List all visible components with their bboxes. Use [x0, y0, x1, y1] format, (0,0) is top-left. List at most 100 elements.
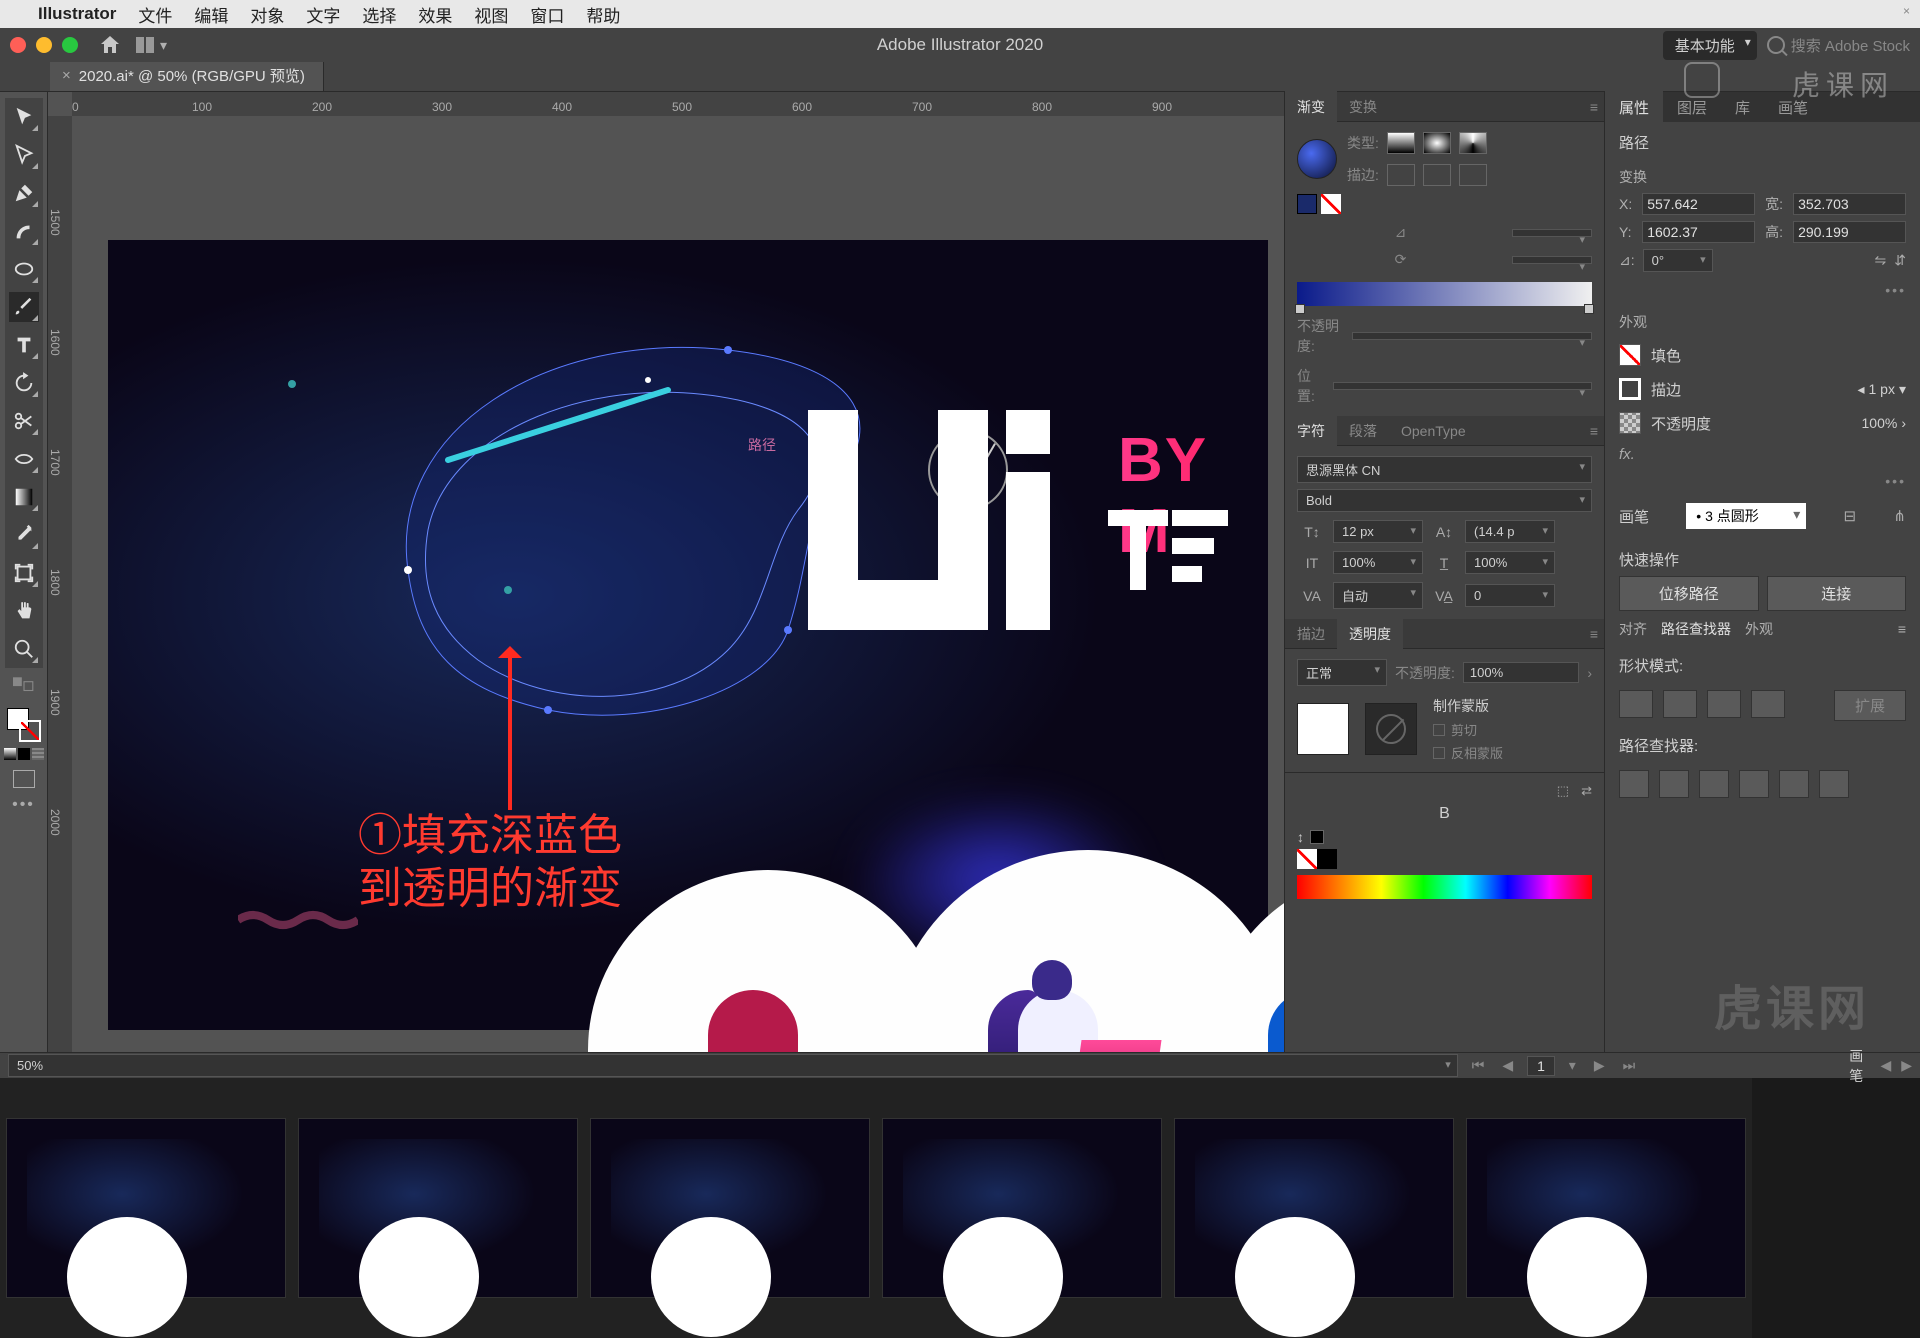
- blend-mode-dropdown[interactable]: 正常: [1297, 659, 1387, 686]
- last-artboard-icon[interactable]: ⏭: [1619, 1057, 1640, 1074]
- gradient-preview[interactable]: [1297, 139, 1337, 179]
- search-field[interactable]: 搜索 Adobe Stock: [1767, 35, 1910, 56]
- font-size-dropdown[interactable]: 12 px: [1333, 520, 1423, 543]
- paintbrush-tool[interactable]: [9, 292, 39, 322]
- h-input[interactable]: 290.199: [1793, 221, 1906, 243]
- gradient-opacity-dropdown[interactable]: [1352, 332, 1592, 340]
- prev-artboard-icon[interactable]: ◀: [1498, 1057, 1517, 1074]
- join-button[interactable]: 连接: [1767, 576, 1907, 611]
- document-tab[interactable]: × 2020.ai* @ 50% (RGB/GPU 预览): [50, 60, 324, 91]
- arrange-documents-icon[interactable]: ▾: [136, 37, 167, 54]
- tab-character[interactable]: 字符: [1285, 415, 1337, 447]
- expand-button[interactable]: 扩展: [1834, 690, 1906, 721]
- close-window-icon[interactable]: [10, 37, 26, 53]
- hscale-dropdown[interactable]: 100%: [1465, 551, 1555, 574]
- merge-icon[interactable]: [1699, 770, 1729, 798]
- artboard-nav-dropdown[interactable]: ▾: [1565, 1057, 1580, 1074]
- fill-stroke-swatches[interactable]: [7, 708, 41, 742]
- tab-gradient[interactable]: 渐变: [1285, 91, 1337, 123]
- tab-paragraph[interactable]: 段落: [1337, 415, 1389, 447]
- toggle-fill-stroke[interactable]: [9, 670, 39, 700]
- next-artboard-icon[interactable]: ▶: [1590, 1057, 1609, 1074]
- brush-options-icon[interactable]: ⊟: [1844, 507, 1857, 525]
- scissors-tool[interactable]: [9, 406, 39, 436]
- hue-spectrum[interactable]: [1297, 875, 1592, 899]
- menu-select[interactable]: 选择: [362, 2, 396, 27]
- menu-type[interactable]: 文字: [306, 2, 340, 27]
- crop-icon[interactable]: [1739, 770, 1769, 798]
- radial-gradient-icon[interactable]: [1423, 132, 1451, 154]
- gradient-ramp[interactable]: [1297, 282, 1592, 306]
- vscale-dropdown[interactable]: 100%: [1333, 551, 1423, 574]
- pen-tool[interactable]: [9, 178, 39, 208]
- opacity-swatch-icon[interactable]: [1619, 412, 1641, 434]
- tab-stroke[interactable]: 描边: [1285, 618, 1337, 650]
- tab-transparency[interactable]: 透明度: [1337, 618, 1403, 650]
- color-swap-icon[interactable]: ⇄: [1581, 783, 1592, 799]
- menu-view[interactable]: 视图: [474, 2, 508, 27]
- font-style-dropdown[interactable]: Bold: [1297, 489, 1592, 512]
- screen-mode-icon[interactable]: [13, 770, 35, 788]
- artboard-number-input[interactable]: 1: [1527, 1056, 1555, 1076]
- gradient-position-dropdown[interactable]: [1333, 382, 1592, 390]
- clip-checkbox-label[interactable]: 剪切: [1451, 720, 1477, 739]
- panel-menu-icon[interactable]: ≡: [1898, 621, 1906, 637]
- stroke-weight-input[interactable]: 1 px: [1869, 381, 1895, 397]
- more-options-icon[interactable]: •••: [1605, 469, 1920, 493]
- draw-mode-icons[interactable]: [4, 748, 44, 760]
- brush-dropdown[interactable]: • 3 点圆形: [1686, 503, 1806, 529]
- artboard-tool[interactable]: [9, 558, 39, 588]
- flip-h-icon[interactable]: ⇋: [1875, 252, 1887, 269]
- none-swatch[interactable]: [1297, 849, 1317, 869]
- invert-checkbox-label[interactable]: 反相蒙版: [1451, 743, 1503, 762]
- minus-back-icon[interactable]: [1819, 770, 1849, 798]
- black-swatch[interactable]: [1317, 849, 1337, 869]
- w-input[interactable]: 352.703: [1793, 193, 1906, 215]
- leading-dropdown[interactable]: (14.4 p: [1465, 520, 1555, 543]
- flip-v-icon[interactable]: ⇵: [1894, 252, 1906, 269]
- menu-effect[interactable]: 效果: [418, 2, 452, 27]
- linear-gradient-icon[interactable]: [1387, 132, 1415, 154]
- first-artboard-icon[interactable]: ⏮: [1468, 1057, 1489, 1074]
- curvature-tool[interactable]: [9, 216, 39, 246]
- rotate-tool[interactable]: [9, 368, 39, 398]
- menu-window[interactable]: 窗口: [530, 2, 564, 27]
- angle-dropdown[interactable]: 0°: [1643, 249, 1713, 272]
- minimize-window-icon[interactable]: [36, 37, 52, 53]
- more-options-icon[interactable]: •••: [1605, 278, 1920, 302]
- tab-opentype[interactable]: OpenType: [1389, 417, 1478, 445]
- stroke-grad-within-icon[interactable]: [1387, 164, 1415, 186]
- font-family-dropdown[interactable]: 思源黑体 CN: [1297, 456, 1592, 483]
- opacity-thumb[interactable]: [1297, 703, 1349, 755]
- kerning-dropdown[interactable]: 自动: [1333, 582, 1423, 609]
- stroke-swatch[interactable]: [19, 720, 41, 742]
- workspace-dropdown[interactable]: 基本功能: [1663, 31, 1757, 60]
- panel-menu-icon[interactable]: ≡: [1590, 99, 1598, 115]
- selection-tool[interactable]: [9, 102, 39, 132]
- eyedropper-tool[interactable]: [9, 520, 39, 550]
- hand-tool[interactable]: [9, 596, 39, 626]
- zoom-dropdown[interactable]: 50%: [8, 1054, 1458, 1077]
- canvas[interactable]: 0100200300400500600700800900 15001600170…: [48, 92, 1284, 1052]
- tab-transform[interactable]: 变换: [1337, 91, 1389, 123]
- tab-pathfinder[interactable]: 路径查找器: [1661, 619, 1731, 639]
- ellipse-tool[interactable]: [9, 254, 39, 284]
- tab-appearance2[interactable]: 外观: [1745, 619, 1773, 639]
- color-chip[interactable]: [1310, 830, 1324, 844]
- close-tab-icon[interactable]: ×: [62, 67, 71, 84]
- menu-file[interactable]: 文件: [138, 2, 172, 27]
- tab-align[interactable]: 对齐: [1619, 619, 1647, 639]
- thumbnail-frame[interactable]: [882, 1118, 1162, 1298]
- gradient-stop[interactable]: [1295, 304, 1305, 314]
- mask-thumb[interactable]: [1365, 703, 1417, 755]
- tab-libraries[interactable]: 库: [1721, 91, 1764, 124]
- zoom-window-icon[interactable]: [62, 37, 78, 53]
- width-tool[interactable]: [9, 444, 39, 474]
- gradient-stop[interactable]: [1584, 304, 1594, 314]
- thumbnail-frame[interactable]: [6, 1118, 286, 1298]
- intersect-icon[interactable]: [1707, 690, 1741, 718]
- trim-icon[interactable]: [1659, 770, 1689, 798]
- thumbnail-frame[interactable]: [1174, 1118, 1454, 1298]
- tracking-dropdown[interactable]: 0: [1465, 584, 1555, 607]
- color-model-icon[interactable]: ⬚: [1557, 783, 1569, 799]
